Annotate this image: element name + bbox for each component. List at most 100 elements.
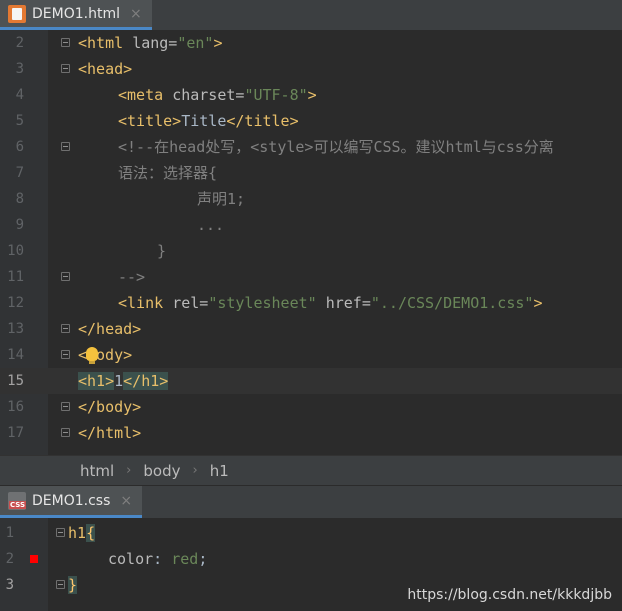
code-token: > bbox=[533, 294, 543, 312]
code-line: 13 </head> bbox=[0, 316, 622, 342]
code-line: 10 } bbox=[0, 238, 622, 264]
fold-icon[interactable] bbox=[61, 38, 70, 47]
line-number: 17 bbox=[7, 425, 24, 441]
code-token: 1 bbox=[114, 372, 124, 390]
fold-icon[interactable] bbox=[61, 272, 70, 281]
code-token: <html bbox=[78, 34, 133, 52]
code-token: ody> bbox=[96, 346, 133, 364]
line-number: 15 bbox=[7, 373, 24, 389]
code-token: href= bbox=[325, 294, 371, 312]
line-number: 13 bbox=[7, 321, 24, 337]
line-number: 10 bbox=[7, 243, 24, 259]
html-editor[interactable]: 2 <html lang="en"> 3 <head> 4 <meta char… bbox=[0, 30, 622, 455]
line-number: 3 bbox=[5, 577, 14, 593]
code-token: </h1> bbox=[123, 372, 169, 390]
line-number: 16 bbox=[7, 399, 24, 415]
code-token: </title> bbox=[226, 112, 299, 130]
tab-label: DEMO1.html bbox=[32, 5, 120, 22]
tab-demo1-html[interactable]: DEMO1.html × bbox=[0, 0, 152, 30]
breadcrumb-item-html[interactable]: html bbox=[80, 462, 114, 480]
code-line: 2 <html lang="en"> bbox=[0, 30, 622, 56]
code-token: "stylesheet" bbox=[208, 294, 326, 312]
line-number: 1 bbox=[5, 525, 14, 541]
fold-icon[interactable] bbox=[56, 528, 65, 537]
code-token: charset= bbox=[172, 86, 245, 104]
code-line: 7 语法：选择器{ bbox=[0, 160, 622, 186]
code-token: </head> bbox=[78, 320, 142, 338]
breakpoint-marker[interactable] bbox=[30, 555, 38, 563]
line-number: 5 bbox=[15, 113, 24, 129]
line-number: 2 bbox=[5, 551, 14, 567]
code-token: Title bbox=[181, 112, 227, 130]
breadcrumb-separator: › bbox=[126, 463, 132, 478]
line-number: 12 bbox=[7, 295, 24, 311]
code-line: 14 < ody> bbox=[0, 342, 622, 368]
breadcrumb-item-h1[interactable]: h1 bbox=[210, 462, 229, 480]
code-token: > bbox=[307, 86, 317, 104]
breadcrumb: html › body › h1 bbox=[0, 455, 622, 485]
code-line: 5 <title>Title</title> bbox=[0, 108, 622, 134]
comment-text: ... bbox=[197, 216, 225, 234]
comment-text: <!--在head处写，<style>可以编写CSS。建议html与css分离 bbox=[118, 138, 554, 156]
code-line: 9 ... bbox=[0, 212, 622, 238]
breadcrumb-item-body[interactable]: body bbox=[143, 462, 180, 480]
code-token: <h1> bbox=[78, 372, 115, 390]
code-token: </html> bbox=[78, 424, 142, 442]
code-token: color bbox=[108, 550, 154, 568]
code-line: 8 声明1; bbox=[0, 186, 622, 212]
code-token: red bbox=[171, 550, 199, 568]
html-file-icon bbox=[8, 4, 26, 23]
fold-icon[interactable] bbox=[61, 324, 70, 333]
code-token: "en" bbox=[177, 34, 214, 52]
code-line-current: 15 <h1>1</h1> bbox=[0, 368, 622, 394]
code-token: <meta bbox=[118, 86, 173, 104]
line-number: 11 bbox=[7, 269, 24, 285]
code-token: rel= bbox=[172, 294, 209, 312]
comment-text: --> bbox=[118, 268, 146, 286]
editor-tabbar-css: CSS DEMO1.css × bbox=[0, 486, 622, 519]
code-token: </body> bbox=[78, 398, 142, 416]
editor-tabbar-html: DEMO1.html × bbox=[0, 0, 622, 31]
close-icon[interactable]: × bbox=[130, 6, 142, 22]
line-number: 7 bbox=[15, 165, 24, 181]
code-token: : bbox=[153, 550, 172, 568]
line-number: 14 bbox=[7, 347, 24, 363]
code-line: 12 <link rel="stylesheet" href="../CSS/D… bbox=[0, 290, 622, 316]
fold-icon[interactable] bbox=[61, 142, 70, 151]
code-line: 4 <meta charset="UTF-8"> bbox=[0, 82, 622, 108]
ide-window: DEMO1.html × 2 <html lang="en"> 3 <head>… bbox=[0, 0, 622, 611]
breadcrumb-separator: › bbox=[192, 463, 198, 478]
code-line: 16 </body> bbox=[0, 394, 622, 420]
code-line: 2 color: red; bbox=[0, 546, 622, 572]
tab-demo1-css[interactable]: CSS DEMO1.css × bbox=[0, 486, 143, 518]
line-number: 4 bbox=[15, 87, 24, 103]
code-token: > bbox=[213, 34, 223, 52]
fold-icon[interactable] bbox=[61, 64, 70, 73]
code-token: lang= bbox=[132, 34, 178, 52]
watermark-text: https://blog.csdn.net/kkkdjbb bbox=[407, 587, 612, 603]
code-token: ; bbox=[198, 550, 208, 568]
comment-text: 语法：选择器{ bbox=[118, 164, 218, 182]
tab-label: DEMO1.css bbox=[32, 492, 111, 509]
line-number: 2 bbox=[15, 35, 24, 51]
code-token: { bbox=[86, 524, 96, 542]
code-token: <link bbox=[118, 294, 173, 312]
code-token: h1 bbox=[68, 524, 87, 542]
css-editor[interactable]: 1 h1{ 2 color: red; 3 } https://blog.csd… bbox=[0, 518, 622, 611]
fold-icon[interactable] bbox=[61, 350, 70, 359]
code-token: "../CSS/DEMO1.css" bbox=[370, 294, 534, 312]
fold-icon[interactable] bbox=[56, 580, 65, 589]
comment-text: 声明1; bbox=[197, 190, 246, 208]
line-number: 6 bbox=[15, 139, 24, 155]
code-token: <head> bbox=[78, 60, 133, 78]
close-icon[interactable]: × bbox=[120, 493, 132, 509]
code-line: 1 h1{ bbox=[0, 520, 622, 546]
code-line: 17 </html> bbox=[0, 420, 622, 446]
fold-icon[interactable] bbox=[61, 428, 70, 437]
line-number: 9 bbox=[15, 217, 24, 233]
lightbulb-icon[interactable] bbox=[86, 347, 98, 364]
css-file-icon: CSS bbox=[8, 491, 27, 510]
line-number: 3 bbox=[15, 61, 24, 77]
code-token: } bbox=[68, 576, 78, 594]
fold-icon[interactable] bbox=[61, 402, 70, 411]
